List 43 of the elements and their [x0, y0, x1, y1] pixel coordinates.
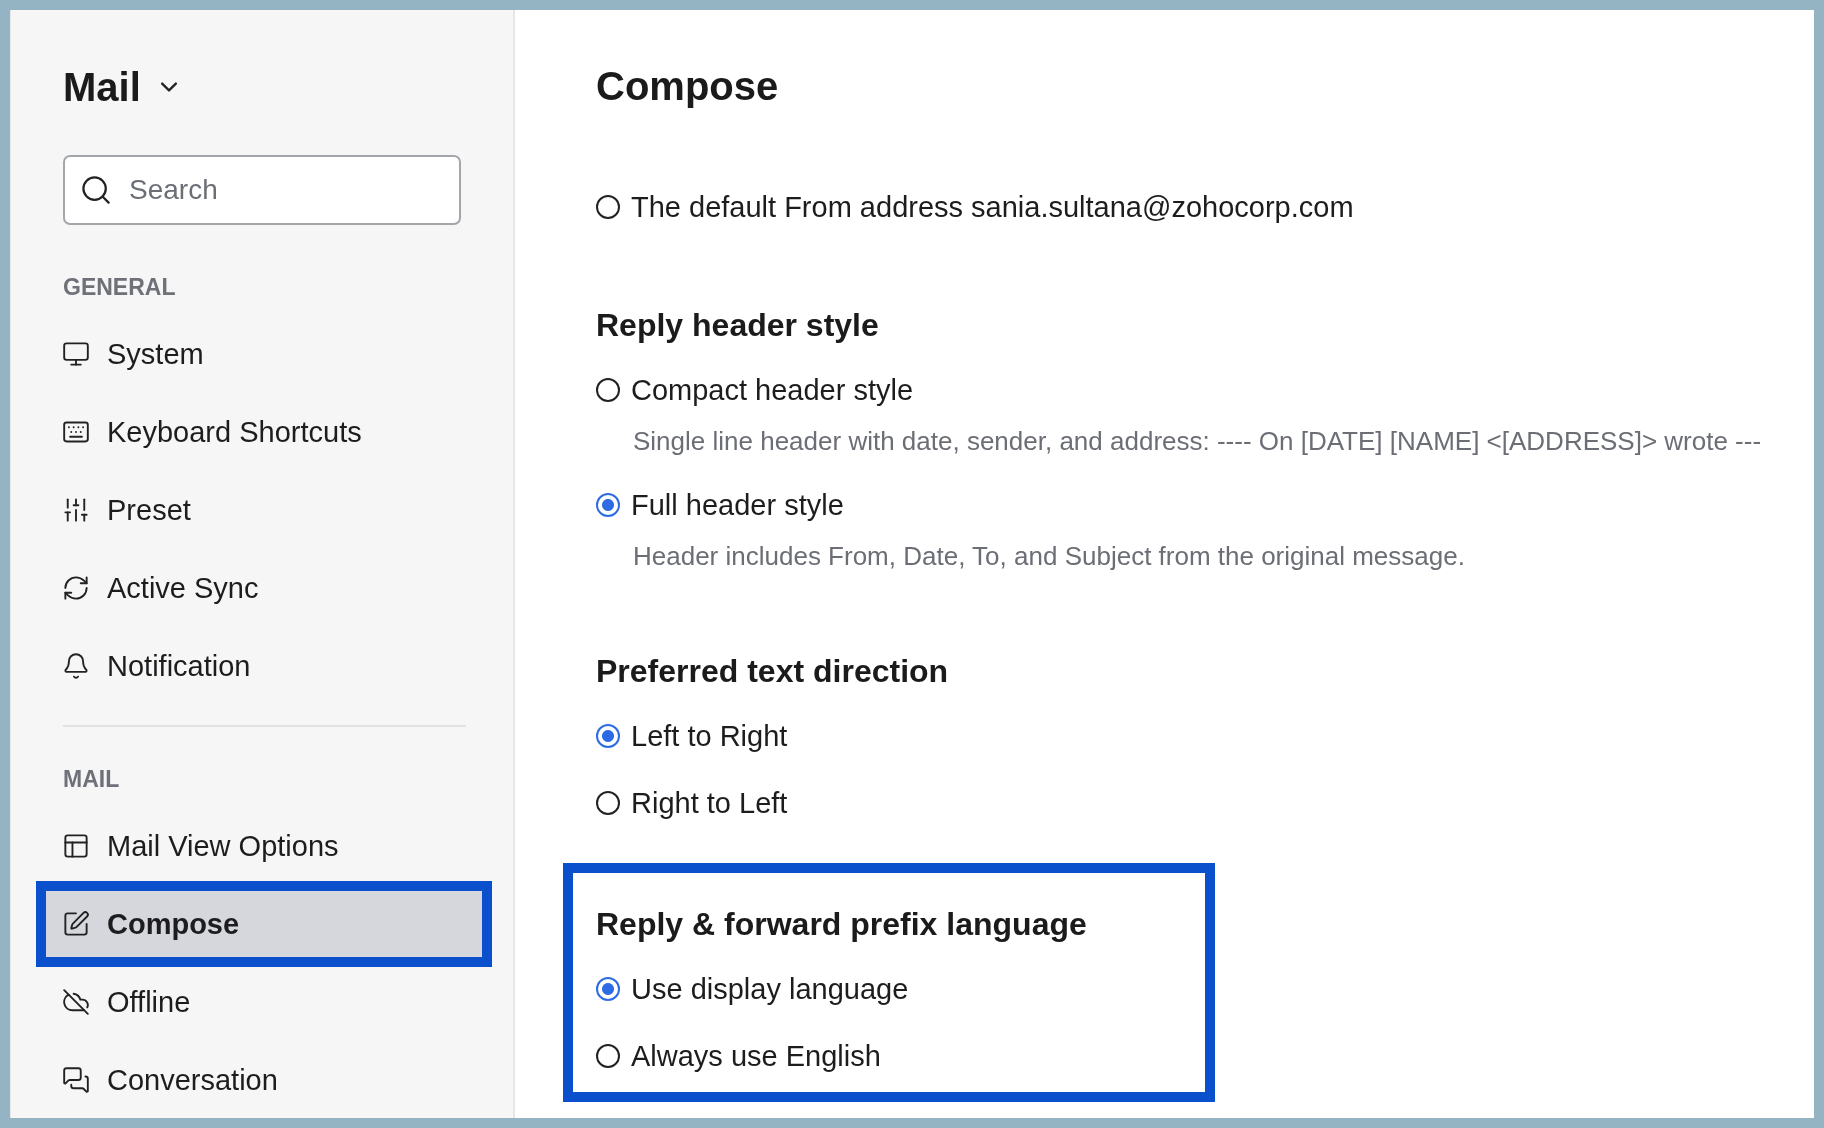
sidebar-item[interactable]: Keyboard Shortcuts	[46, 399, 482, 465]
option-label: Left to Right	[631, 719, 788, 754]
search-icon	[82, 176, 110, 204]
app-switcher-button[interactable]: Mail	[63, 63, 177, 111]
sliders-icon	[63, 497, 89, 523]
sidebar-item[interactable]: Notification	[46, 633, 482, 699]
option-label: Full header style	[631, 488, 844, 523]
section-heading: Preferred text direction	[596, 652, 949, 691]
radio-button[interactable]	[596, 724, 620, 748]
radio-button[interactable]	[596, 195, 620, 219]
search-field[interactable]: Search	[63, 155, 461, 225]
bell-icon	[63, 653, 89, 679]
option-description: Single line header with date, sender, and address: ---- On [DATE] [NAME] <[ADDRESS]> wrote ---	[633, 425, 1762, 458]
group-label: GENERAL	[63, 273, 176, 301]
sidebar-item[interactable]: Conversation	[46, 1047, 482, 1113]
sidebar-item[interactable]: Offline	[46, 969, 482, 1035]
radio-button[interactable]	[596, 378, 620, 402]
option-label: Compact header style	[631, 373, 914, 408]
cloud-off-icon	[63, 989, 89, 1015]
layout-icon	[63, 833, 89, 859]
section-heading: Reply & forward prefix language	[596, 905, 1087, 944]
chat-bubbles-icon	[63, 1067, 89, 1093]
option-description: Header includes From, Date, To, and Subject from the original message.	[633, 540, 1465, 573]
sidebar-item[interactable]: Preset	[46, 477, 482, 543]
section-heading: Reply header style	[596, 306, 879, 345]
radio-button[interactable]	[596, 791, 620, 815]
pencil-square-icon	[63, 911, 89, 937]
radio-button[interactable]	[596, 493, 620, 517]
monitor-icon	[63, 341, 89, 367]
group-label: MAIL	[63, 765, 120, 793]
refresh-icon	[63, 575, 89, 601]
page-title: Compose	[596, 63, 779, 110]
sidebar-item[interactable]: Compose	[46, 891, 482, 957]
sidebar-item[interactable]: Active Sync	[46, 555, 482, 621]
radio-button[interactable]	[596, 977, 620, 1001]
option-label: Right to Left	[631, 786, 788, 821]
radio-button[interactable]	[596, 1044, 620, 1068]
keyboard-icon	[63, 419, 89, 445]
sidebar-item[interactable]: System	[46, 321, 482, 387]
option-label: Use display language	[631, 972, 909, 1007]
option-label: Always use English	[631, 1039, 881, 1074]
sidebar-item[interactable]: Mail View Options	[46, 813, 482, 879]
option-label: The default From address sania.sultana@zohocorp.com	[631, 190, 1354, 225]
